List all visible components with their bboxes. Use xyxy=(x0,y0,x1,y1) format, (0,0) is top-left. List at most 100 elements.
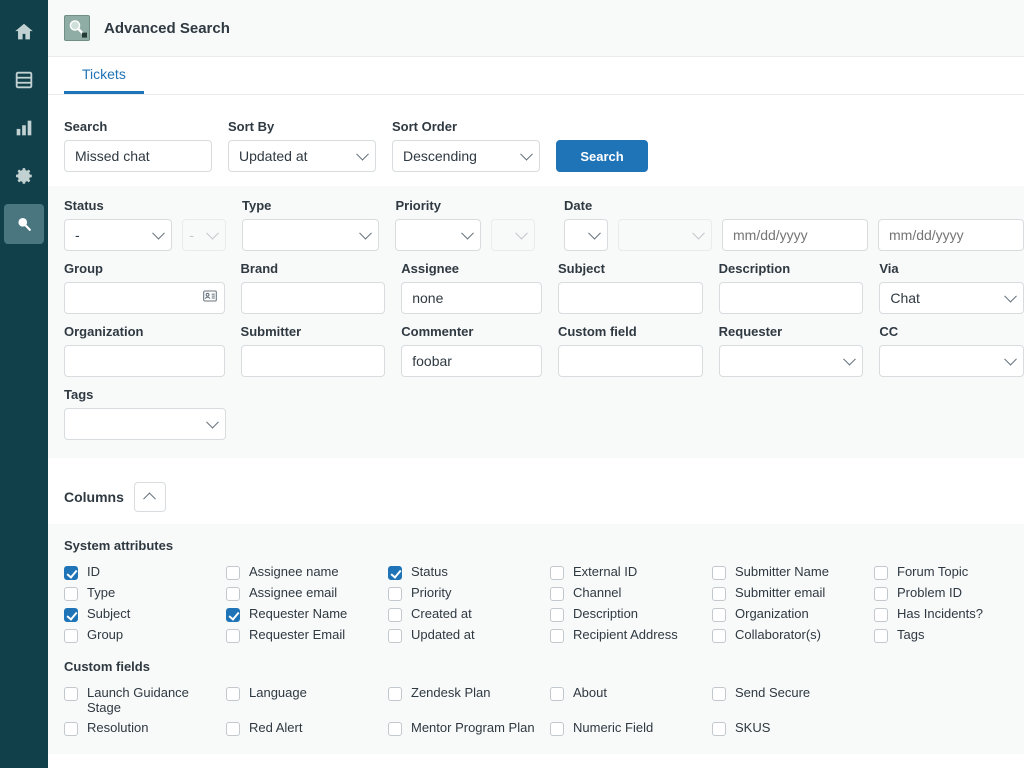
system-attribute-checkbox-item[interactable]: Channel xyxy=(550,583,712,603)
checkbox-icon[interactable] xyxy=(388,608,402,622)
checkbox-icon[interactable] xyxy=(226,629,240,643)
checkbox-icon[interactable] xyxy=(226,566,240,580)
columns-collapse-toggle[interactable] xyxy=(134,482,166,512)
sort-order-select[interactable]: Descending xyxy=(392,140,540,172)
checkbox-icon[interactable] xyxy=(550,722,564,736)
checkbox-icon[interactable] xyxy=(712,587,726,601)
sidebar-item-search[interactable] xyxy=(4,204,44,244)
checkbox-icon[interactable] xyxy=(712,608,726,622)
system-attribute-checkbox-item[interactable]: Has Incidents? xyxy=(874,604,1024,624)
checkbox-icon[interactable] xyxy=(64,629,78,643)
checkbox-icon[interactable] xyxy=(388,722,402,736)
custom-field-checkbox-item[interactable]: Zendesk Plan xyxy=(388,683,550,717)
assignee-input[interactable] xyxy=(401,282,542,314)
system-attribute-checkbox-item[interactable]: Tags xyxy=(874,625,1024,645)
tab-tickets[interactable]: Tickets xyxy=(64,57,144,94)
commenter-input[interactable] xyxy=(401,345,542,377)
system-attribute-checkbox-item[interactable]: External ID xyxy=(550,562,712,582)
system-attribute-checkbox-item[interactable]: Collaborator(s) xyxy=(712,625,874,645)
cc-select[interactable] xyxy=(879,345,1024,377)
brand-input[interactable] xyxy=(241,282,386,314)
status-operator-select[interactable]: - xyxy=(64,219,172,251)
status-value-select[interactable]: - xyxy=(182,219,226,251)
system-attribute-checkbox-item[interactable]: Group xyxy=(64,625,226,645)
custom-field-checkbox-item[interactable]: Send Secure xyxy=(712,683,874,717)
checkbox-icon[interactable] xyxy=(64,566,78,580)
checkbox-icon[interactable] xyxy=(388,566,402,580)
checkbox-icon[interactable] xyxy=(550,566,564,580)
system-attribute-checkbox-item[interactable]: Type xyxy=(64,583,226,603)
type-select[interactable] xyxy=(242,219,379,251)
checkbox-icon[interactable] xyxy=(64,687,78,701)
tags-select[interactable] xyxy=(64,408,226,440)
description-input[interactable] xyxy=(719,282,864,314)
checkbox-icon[interactable] xyxy=(550,687,564,701)
custom-field-input[interactable] xyxy=(558,345,703,377)
system-attribute-checkbox-item[interactable]: Created at xyxy=(388,604,550,624)
checkbox-icon[interactable] xyxy=(226,687,240,701)
checkbox-icon[interactable] xyxy=(550,608,564,622)
checkbox-icon[interactable] xyxy=(226,587,240,601)
system-attribute-checkbox-item[interactable]: Description xyxy=(550,604,712,624)
checkbox-icon[interactable] xyxy=(712,722,726,736)
group-input[interactable] xyxy=(64,282,225,314)
custom-field-checkbox-item[interactable]: Resolution xyxy=(64,718,226,738)
checkbox-icon[interactable] xyxy=(712,566,726,580)
date-operator-select[interactable] xyxy=(564,219,608,251)
checkbox-icon[interactable] xyxy=(64,608,78,622)
custom-field-checkbox-item[interactable]: Numeric Field xyxy=(550,718,712,738)
date-to-input[interactable] xyxy=(878,219,1024,251)
sidebar-item-reporting[interactable] xyxy=(4,108,44,148)
checkbox-icon[interactable] xyxy=(64,587,78,601)
custom-field-checkbox-item[interactable]: Launch Guidance Stage xyxy=(64,683,226,717)
system-attribute-checkbox-item[interactable]: Requester Email xyxy=(226,625,388,645)
checkbox-icon[interactable] xyxy=(226,722,240,736)
custom-field-checkbox-item[interactable]: SKUS xyxy=(712,718,874,738)
sidebar-item-admin[interactable] xyxy=(4,156,44,196)
system-attribute-checkbox-item[interactable]: Subject xyxy=(64,604,226,624)
system-attribute-checkbox-item[interactable]: ID xyxy=(64,562,226,582)
search-button[interactable]: Search xyxy=(556,140,648,172)
checkbox-icon[interactable] xyxy=(712,687,726,701)
system-attribute-checkbox-item[interactable]: Assignee name xyxy=(226,562,388,582)
custom-field-checkbox-item[interactable]: About xyxy=(550,683,712,717)
checkbox-icon[interactable] xyxy=(874,587,888,601)
system-attribute-checkbox-item[interactable]: Assignee email xyxy=(226,583,388,603)
checkbox-icon[interactable] xyxy=(64,722,78,736)
checkbox-icon[interactable] xyxy=(550,587,564,601)
submitter-input[interactable] xyxy=(241,345,386,377)
via-select[interactable]: Chat xyxy=(879,282,1024,314)
search-input[interactable] xyxy=(64,140,212,172)
checkbox-icon[interactable] xyxy=(550,629,564,643)
checkbox-icon[interactable] xyxy=(388,629,402,643)
priority-value-select[interactable] xyxy=(491,219,535,251)
system-attribute-checkbox-item[interactable]: Status xyxy=(388,562,550,582)
system-attribute-checkbox-item[interactable]: Updated at xyxy=(388,625,550,645)
system-attribute-checkbox-item[interactable]: Submitter Name xyxy=(712,562,874,582)
checkbox-icon[interactable] xyxy=(874,566,888,580)
organization-input[interactable] xyxy=(64,345,225,377)
sidebar-item-home[interactable] xyxy=(4,12,44,52)
system-attribute-checkbox-item[interactable]: Recipient Address xyxy=(550,625,712,645)
checkbox-icon[interactable] xyxy=(712,629,726,643)
checkbox-icon[interactable] xyxy=(388,587,402,601)
sort-by-select[interactable]: Updated at xyxy=(228,140,376,172)
date-from-input[interactable] xyxy=(722,219,868,251)
system-attribute-checkbox-item[interactable]: Organization xyxy=(712,604,874,624)
system-attribute-checkbox-item[interactable]: Submitter email xyxy=(712,583,874,603)
contact-card-icon[interactable] xyxy=(203,289,217,307)
custom-field-checkbox-item[interactable]: Red Alert xyxy=(226,718,388,738)
system-attribute-checkbox-item[interactable]: Priority xyxy=(388,583,550,603)
checkbox-icon[interactable] xyxy=(874,629,888,643)
system-attribute-checkbox-item[interactable]: Problem ID xyxy=(874,583,1024,603)
priority-operator-select[interactable] xyxy=(395,219,481,251)
requester-select[interactable] xyxy=(719,345,864,377)
checkbox-icon[interactable] xyxy=(226,608,240,622)
checkbox-icon[interactable] xyxy=(874,608,888,622)
system-attribute-checkbox-item[interactable]: Requester Name xyxy=(226,604,388,624)
date-type-select[interactable] xyxy=(618,219,712,251)
system-attribute-checkbox-item[interactable]: Forum Topic xyxy=(874,562,1024,582)
custom-field-checkbox-item[interactable]: Language xyxy=(226,683,388,717)
custom-field-checkbox-item[interactable]: Mentor Program Plan xyxy=(388,718,550,738)
sidebar-item-views[interactable] xyxy=(4,60,44,100)
